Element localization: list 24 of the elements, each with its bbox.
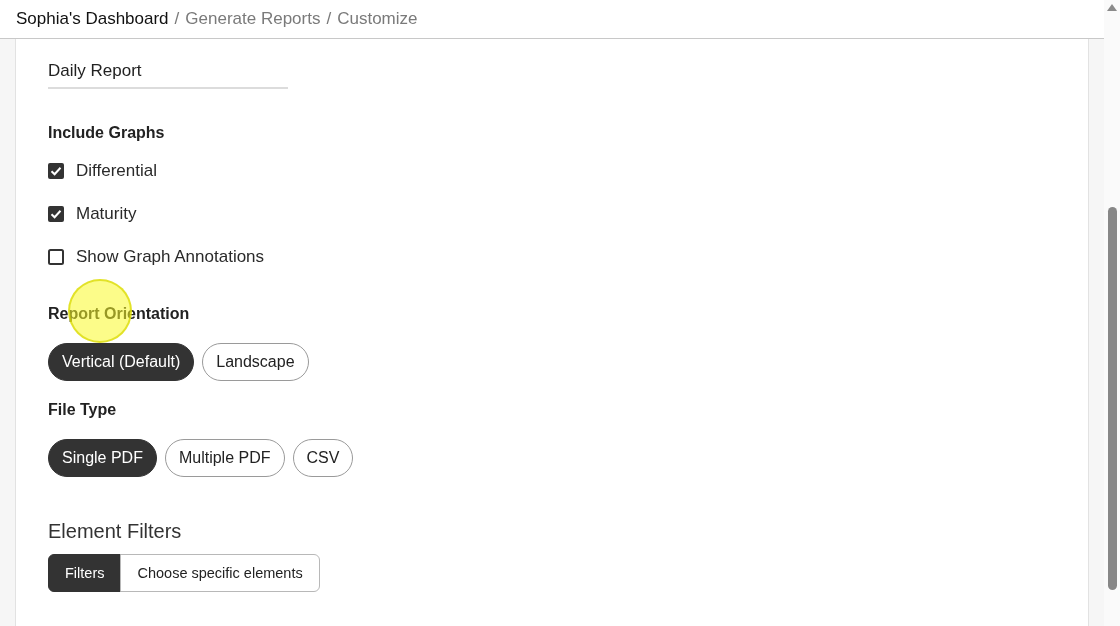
checkbox[interactable] [48, 163, 64, 179]
option-pill[interactable]: CSV [292, 439, 354, 477]
option-pill[interactable]: Landscape [202, 343, 309, 381]
breadcrumb-separator: / [174, 8, 180, 31]
checkbox[interactable] [48, 249, 64, 265]
checkbox-label: Maturity [76, 203, 137, 226]
filter-tab[interactable]: Choose specific elements [120, 554, 320, 592]
section-heading: Include Graphs [48, 123, 165, 143]
checkbox[interactable] [48, 206, 64, 222]
option-pill[interactable]: Vertical (Default) [48, 343, 195, 381]
checkbox-label: Show Graph Annotations [76, 246, 265, 269]
section-heading: File Type [48, 400, 117, 420]
option-pill[interactable]: Single PDF [48, 439, 157, 477]
option-pill[interactable]: Multiple PDF [164, 439, 285, 477]
section-heading: Element Filters [48, 519, 182, 544]
breadcrumb-link[interactable]: Generate Reports [185, 6, 321, 32]
filter-tab[interactable]: Filters [48, 554, 122, 592]
scrollbar-thumb[interactable] [1107, 207, 1117, 590]
breadcrumb-link[interactable]: Sophia's Dashboard [16, 6, 169, 32]
checkbox-label: Differential [76, 160, 157, 183]
scroll-up-arrow-icon[interactable] [1107, 4, 1117, 11]
breadcrumb-current: Customize [337, 8, 418, 31]
breadcrumb-separator: / [326, 8, 332, 31]
label-input-field[interactable]: Daily Report [48, 54, 288, 89]
